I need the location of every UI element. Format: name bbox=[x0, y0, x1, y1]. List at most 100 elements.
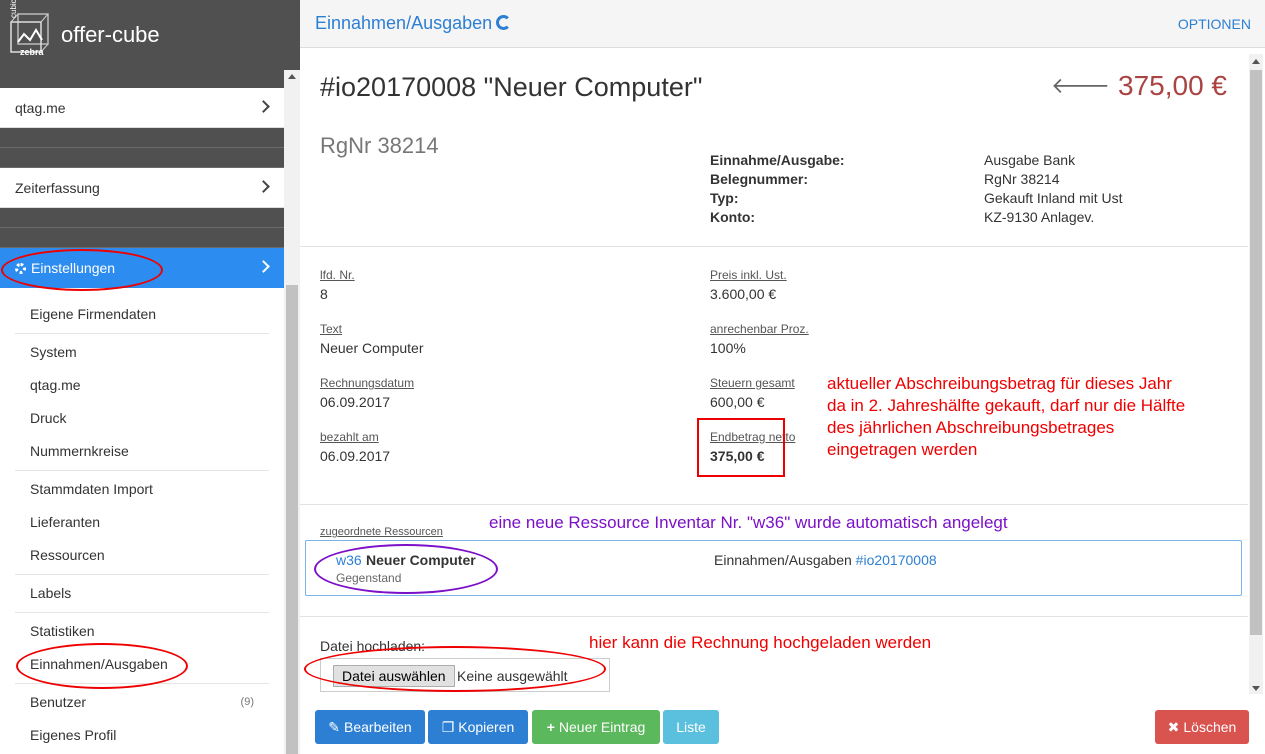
field-value: 100% bbox=[710, 340, 746, 356]
submenu-statistiken[interactable]: Statistiken bbox=[0, 615, 284, 648]
meta-key: Einnahme/Ausgabe: bbox=[710, 152, 845, 168]
submenu-druck[interactable]: Druck bbox=[0, 402, 284, 435]
meta-key: Belegnummer: bbox=[710, 171, 809, 187]
new-entry-button[interactable]: + Neuer Eintrag bbox=[532, 710, 660, 744]
brand-header[interactable]: cubic zebra offer-cube bbox=[0, 0, 300, 88]
annotation-line: des jährlichen Abschreibungsbetrages bbox=[827, 418, 1115, 437]
meta-row: Belegnummer: RgNr 38214 bbox=[710, 171, 1210, 190]
field-anrechenbar: anrechenbar Proz. 100% bbox=[710, 322, 809, 356]
scroll-up-icon[interactable] bbox=[288, 74, 296, 79]
submenu-eigenes-profil[interactable]: Eigenes Profil bbox=[0, 719, 284, 752]
field-label: lfd. Nr. bbox=[320, 268, 355, 282]
sidebar-scrollbar[interactable] bbox=[284, 70, 300, 754]
document-title: #io20170008 "Neuer Computer" bbox=[320, 72, 703, 102]
arrow-left-icon: 🡐 bbox=[1051, 73, 1110, 98]
resource-card[interactable]: w36 Neuer Computer Gegenstand Einnahmen/… bbox=[305, 540, 1242, 596]
field-value: 06.09.2017 bbox=[320, 394, 391, 410]
submenu-divider bbox=[15, 612, 269, 613]
field-steuern: Steuern gesamt 600,00 € bbox=[710, 376, 795, 410]
field-rechnungsdatum: Rechnungsdatum 06.09.2017 bbox=[320, 376, 414, 410]
sidebar-item-qtag[interactable]: qtag.me bbox=[0, 88, 284, 128]
annotation-line: aktueller Abschreibungsbetrag für dieses… bbox=[827, 374, 1172, 393]
submenu-eigene-firmendaten[interactable]: Eigene Firmendaten bbox=[0, 298, 284, 331]
divider bbox=[300, 246, 1248, 247]
scroll-down-icon[interactable] bbox=[1252, 686, 1260, 691]
divider bbox=[300, 616, 1248, 617]
field-label: Rechnungsdatum bbox=[320, 376, 415, 390]
edit-button[interactable]: ✎ Bearbeiten bbox=[315, 710, 425, 744]
sidebar-divider bbox=[0, 228, 284, 248]
resource-origin: Einnahmen/Ausgaben #io20170008 bbox=[714, 552, 937, 568]
scrollbar-thumb[interactable] bbox=[286, 285, 298, 754]
submenu-stammdaten-import[interactable]: Stammdaten Import bbox=[0, 473, 284, 506]
field-label: Steuern gesamt bbox=[710, 376, 795, 390]
field-label: bezahlt am bbox=[320, 430, 379, 444]
submenu-divider bbox=[15, 333, 269, 334]
meta-value: Gekauft Inland mit Ust bbox=[984, 190, 1123, 206]
chevron-right-icon bbox=[257, 180, 270, 193]
submenu-lieferanten[interactable]: Lieferanten bbox=[0, 506, 284, 539]
main-scrollbar[interactable] bbox=[1249, 54, 1263, 694]
button-label: Kopieren bbox=[458, 719, 515, 735]
button-label: Neuer Eintrag bbox=[558, 719, 646, 735]
annotation-resource: eine neue Ressource Inventar Nr. "w36" w… bbox=[489, 513, 1008, 532]
field-value: 06.09.2017 bbox=[320, 448, 391, 464]
field-label: Text bbox=[320, 322, 343, 336]
field-value: 8 bbox=[320, 286, 328, 302]
annotation-depreciation: aktueller Abschreibungsbetrag für dieses… bbox=[827, 373, 1185, 461]
submenu-ressourcen[interactable]: Ressourcen bbox=[0, 539, 284, 572]
resource-origin-link[interactable]: #io20170008 bbox=[856, 552, 937, 568]
field-value: Neuer Computer bbox=[320, 340, 424, 356]
submenu-benutzer[interactable]: Benutzer (9) bbox=[0, 686, 284, 719]
count-badge: (9) bbox=[240, 696, 254, 708]
annotation-ellipse-resource bbox=[314, 544, 498, 594]
sidebar-item-zeiterfassung[interactable]: Zeiterfassung bbox=[0, 168, 284, 208]
delete-button[interactable]: ✖ Löschen bbox=[1155, 710, 1249, 744]
invoice-number: RgNr 38214 bbox=[320, 133, 439, 158]
divider bbox=[300, 504, 1248, 505]
list-button[interactable]: Liste bbox=[663, 710, 719, 744]
app-window: cubic zebra offer-cube qtag.me Zeiterfas… bbox=[0, 0, 1265, 754]
annotation-line: da in 2. Jahreshälfte gekauft, darf nur … bbox=[827, 396, 1186, 415]
scroll-up-icon[interactable] bbox=[1252, 59, 1260, 64]
sidebar-divider bbox=[0, 148, 284, 168]
copy-button[interactable]: ❐ Kopieren bbox=[428, 710, 528, 744]
page-section-title[interactable]: Einnahmen/Ausgaben bbox=[315, 13, 512, 34]
submenu-qtag[interactable]: qtag.me bbox=[0, 369, 284, 402]
field-bezahlt-am: bezahlt am 06.09.2017 bbox=[320, 430, 390, 464]
top-header: Einnahmen/Ausgaben OPTIONEN bbox=[300, 0, 1265, 48]
resource-origin-label: Einnahmen/Ausgaben bbox=[714, 552, 852, 568]
resources-label: zugeordnete Ressourcen bbox=[320, 526, 443, 538]
submenu-system[interactable]: System bbox=[0, 336, 284, 369]
sidebar-divider bbox=[0, 208, 284, 228]
sidebar-item-label: Zeiterfassung bbox=[15, 180, 100, 196]
submenu-divider bbox=[15, 574, 269, 575]
pencil-icon: ✎ bbox=[328, 719, 340, 735]
annotation-line: eingetragen werden bbox=[827, 440, 978, 459]
meta-value: RgNr 38214 bbox=[984, 171, 1060, 187]
chevron-right-icon bbox=[257, 260, 270, 273]
refresh-icon[interactable] bbox=[496, 15, 512, 30]
chevron-right-icon bbox=[257, 100, 270, 113]
field-preis: Preis inkl. Ust. 3.600,00 € bbox=[710, 268, 787, 302]
annotation-ellipse-einnahmen bbox=[16, 643, 188, 689]
meta-row: Einnahme/Ausgabe: Ausgabe Bank bbox=[710, 152, 1210, 171]
submenu-labels[interactable]: Labels bbox=[0, 577, 284, 610]
options-link[interactable]: OPTIONEN bbox=[1178, 16, 1251, 32]
meta-key: Konto: bbox=[710, 209, 756, 225]
meta-value: KZ-9130 Anlagev. bbox=[984, 209, 1095, 225]
brand-name: offer-cube bbox=[61, 22, 160, 47]
meta-row: Typ: Gekauft Inland mit Ust bbox=[710, 190, 1210, 209]
scrollbar-thumb[interactable] bbox=[1250, 70, 1262, 635]
field-label: Preis inkl. Ust. bbox=[710, 268, 787, 282]
meta-row: Konto: KZ-9130 Anlagev. bbox=[710, 209, 1210, 228]
submenu-label: Benutzer bbox=[30, 694, 87, 710]
field-value: 600,00 € bbox=[710, 394, 765, 410]
button-label: Löschen bbox=[1183, 719, 1237, 735]
close-icon: ✖ bbox=[1167, 719, 1180, 735]
copy-icon: ❐ bbox=[441, 719, 455, 735]
submenu-divider bbox=[15, 470, 269, 471]
submenu-nummernkreise[interactable]: Nummernkreise bbox=[0, 435, 284, 468]
button-label: Bearbeiten bbox=[344, 719, 412, 735]
field-label: anrechenbar Proz. bbox=[710, 322, 809, 336]
